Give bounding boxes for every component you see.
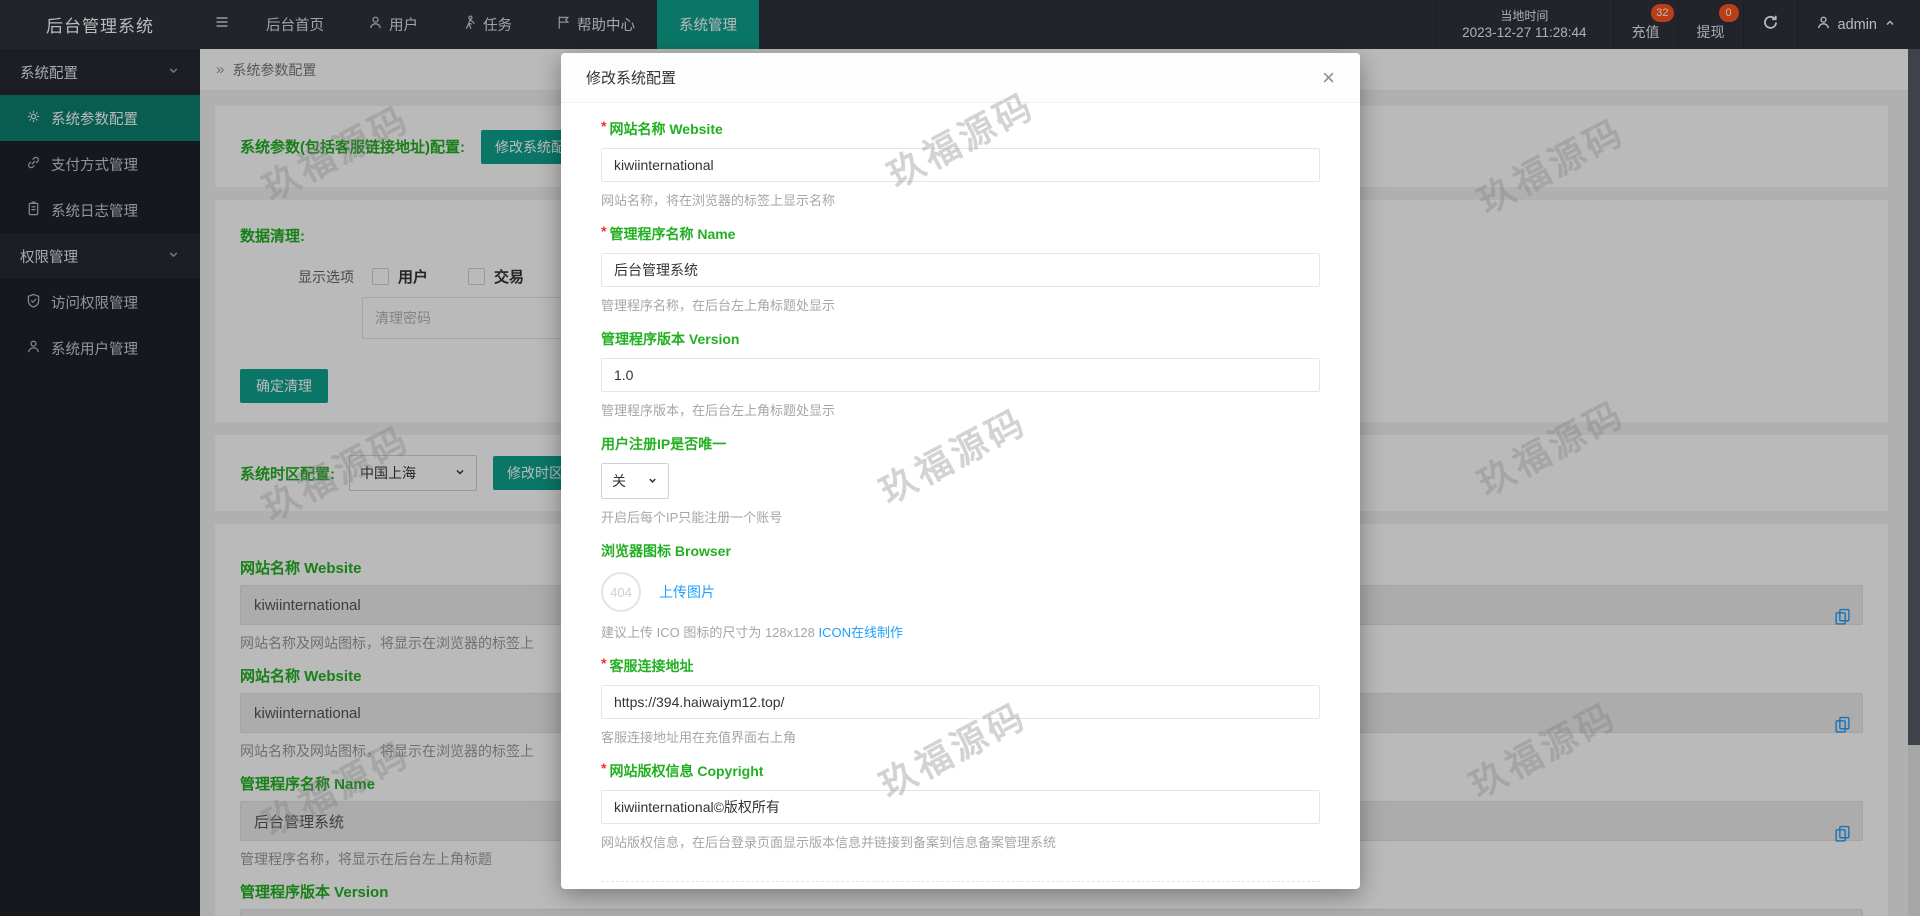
copyright-input[interactable] <box>601 790 1320 824</box>
field-label: 管理程序版本 Version <box>601 329 1320 349</box>
modal-field-admin-version: 管理程序版本 Version 管理程序版本，在后台左上角标题处显示 <box>601 329 1320 419</box>
ip-unique-select-value: 关 <box>612 471 626 491</box>
modal-field-service-url: *客服连接地址 客服连接地址用在充值界面右上角 <box>601 656 1320 746</box>
modal-footer: 保存配置 取消修改 <box>601 881 1320 889</box>
modal-title: 修改系统配置 <box>586 67 676 88</box>
admin-name-input[interactable] <box>601 253 1320 287</box>
required-mark: * <box>601 118 606 134</box>
upload-row: 404 上传图片 <box>601 570 1320 614</box>
admin-version-input[interactable] <box>601 358 1320 392</box>
modal-field-ip-unique: 用户注册IP是否唯一 关 开启后每个IP只能注册一个账号 <box>601 434 1320 526</box>
modal-body: *网站名称 Website 网站名称，将在浏览器的标签上显示名称 *管理程序名称… <box>561 103 1360 889</box>
modal-field-website: *网站名称 Website 网站名称，将在浏览器的标签上显示名称 <box>601 119 1320 209</box>
website-name-input[interactable] <box>601 148 1320 182</box>
modal-header: 修改系统配置 × <box>561 53 1360 103</box>
field-help: 网站版权信息，在后台登录页面显示版本信息并链接到备案到信息备案管理系统 <box>601 832 1320 851</box>
field-label: *网站版权信息 Copyright <box>601 761 1320 781</box>
field-label: *客服连接地址 <box>601 656 1320 676</box>
field-label: *网站名称 Website <box>601 119 1320 139</box>
field-help: 管理程序版本，在后台左上角标题处显示 <box>601 400 1320 419</box>
required-mark: * <box>601 223 606 239</box>
field-help: 开启后每个IP只能注册一个账号 <box>601 507 1320 526</box>
required-mark: * <box>601 655 606 671</box>
field-label: 用户注册IP是否唯一 <box>601 434 1320 454</box>
required-mark: * <box>601 760 606 776</box>
modify-config-modal: 修改系统配置 × *网站名称 Website 网站名称，将在浏览器的标签上显示名… <box>561 53 1360 889</box>
field-help: 客服连接地址用在充值界面右上角 <box>601 727 1320 746</box>
ip-unique-select[interactable]: 关 <box>601 463 669 499</box>
modal-field-admin-name: *管理程序名称 Name 管理程序名称，在后台左上角标题处显示 <box>601 224 1320 314</box>
modal-field-copyright: *网站版权信息 Copyright 网站版权信息，在后台登录页面显示版本信息并链… <box>601 761 1320 851</box>
field-help: 网站名称，将在浏览器的标签上显示名称 <box>601 190 1320 209</box>
chevron-down-icon <box>647 473 658 489</box>
close-icon[interactable]: × <box>1322 67 1335 89</box>
field-label: *管理程序名称 Name <box>601 224 1320 244</box>
icon-maker-link[interactable]: ICON在线制作 <box>818 625 903 640</box>
icon-404-placeholder: 404 <box>601 572 641 612</box>
field-help: 建议上传 ICO 图标的尺寸为 128x128 ICON在线制作 <box>601 622 1320 641</box>
service-url-input[interactable] <box>601 685 1320 719</box>
field-help: 管理程序名称，在后台左上角标题处显示 <box>601 295 1320 314</box>
modal-field-browser-icon: 浏览器图标 Browser 404 上传图片 建议上传 ICO 图标的尺寸为 1… <box>601 541 1320 641</box>
field-label: 浏览器图标 Browser <box>601 541 1320 561</box>
upload-image-link[interactable]: 上传图片 <box>659 582 715 602</box>
